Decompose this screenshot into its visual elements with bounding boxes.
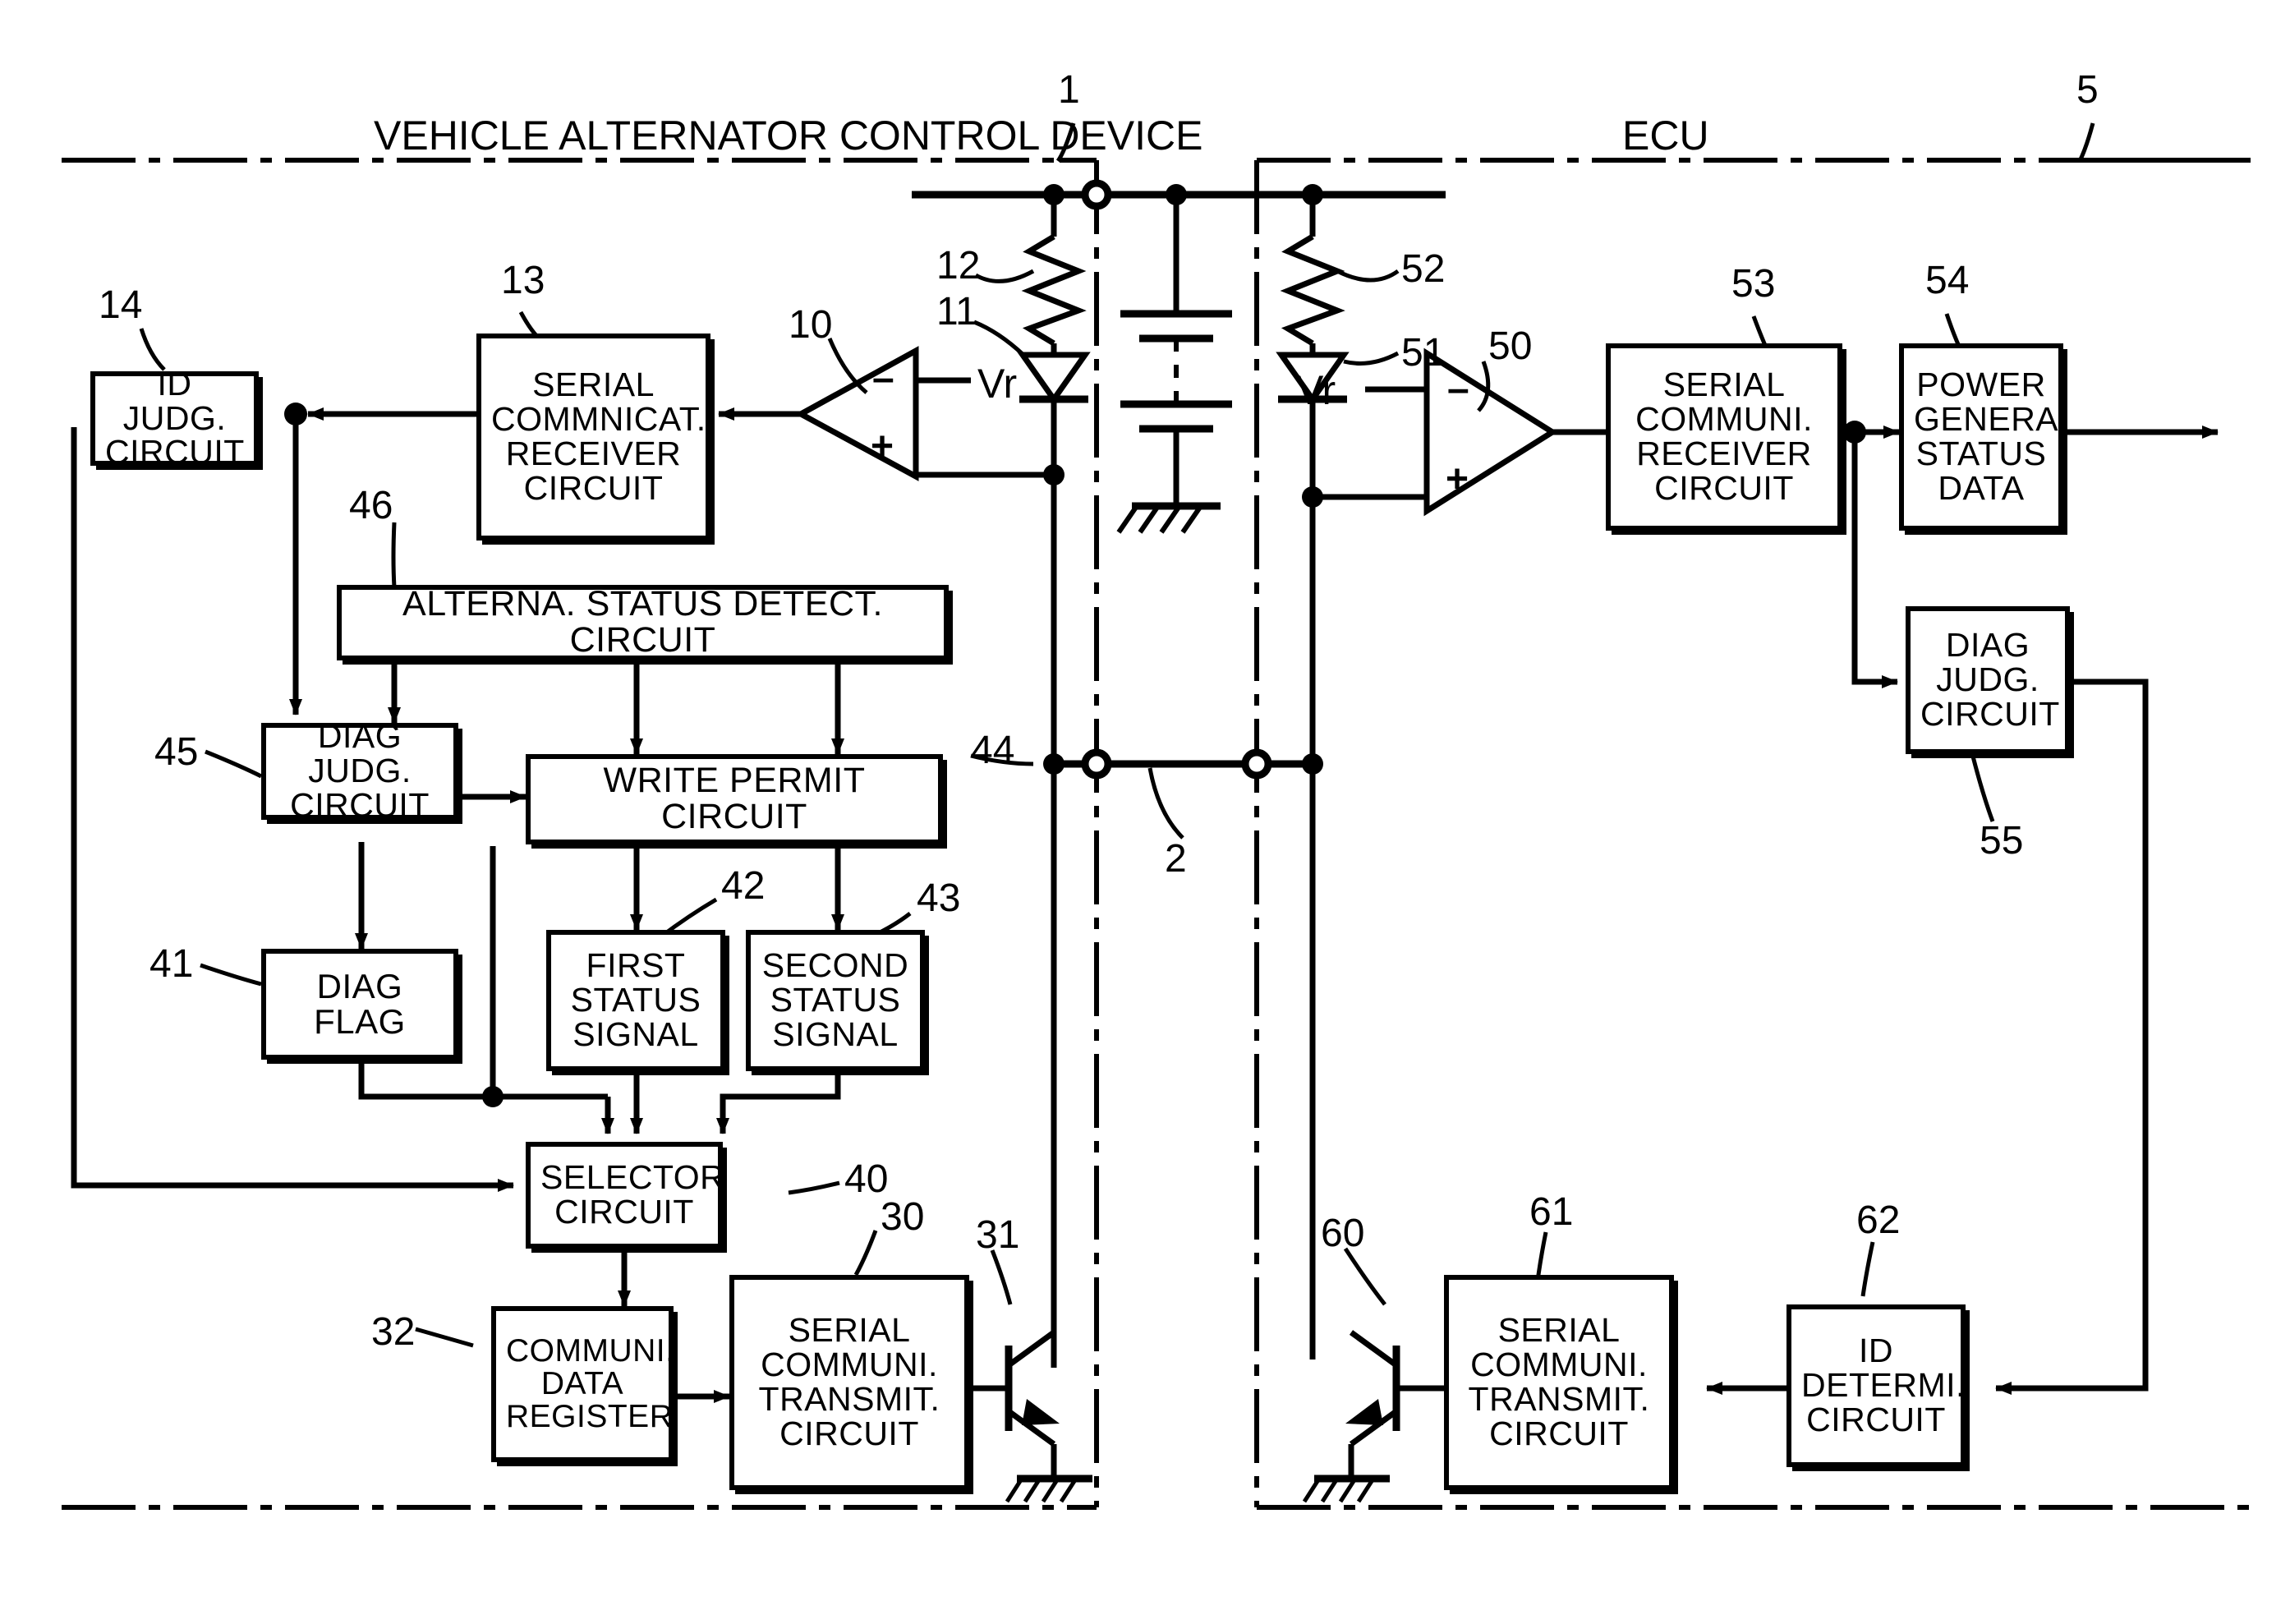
comparator-plus-right: + [1446,458,1469,501]
block-id-judg-circuit[interactable]: ID JUDG. CIRCUIT [90,366,259,469]
block-second-status-signal[interactable]: SECOND STATUS SIGNAL [746,930,925,1071]
right-region-title: ECU [1622,113,1709,159]
block-line: CIRCUIT [290,785,430,824]
block-line: DIAG [1945,626,2030,665]
block-line: FIRST [586,946,686,985]
block-line: DIAG FLAG [314,966,406,1041]
block-selector-circuit[interactable]: SELECTOR CIRCUIT [526,1142,725,1249]
block-serial-communi-receiver-circuit-ecu[interactable]: SERIAL COMMUNI. RECEIVER CIRCUIT [1606,343,1842,531]
ref-62: 62 [1856,1198,1901,1242]
ref-11-diode: 11 [936,290,977,334]
block-id-determi-circuit[interactable]: ID DETERMI. CIRCUIT [1786,1304,1966,1467]
comparator-minus-right: – [1447,367,1469,411]
ref-40: 40 [844,1157,889,1201]
left-region-ref: 1 [1058,68,1080,112]
block-line: CIRCUIT [1489,1414,1629,1452]
block-line: DETERMI. [1801,1366,1966,1405]
block-line: RECEIVER [505,435,682,472]
ref-53: 53 [1731,262,1776,306]
block-line: CIRCUIT [1654,468,1794,507]
block-line: DIAG JUDG. [308,717,412,790]
block-diag-flag[interactable]: DIAG FLAG [261,949,458,1060]
block-alterna-status-detect-circuit[interactable]: ALTERNA. STATUS DETECT. CIRCUIT [337,585,949,660]
block-line: SERIAL [532,366,655,404]
block-line: TRANSMIT. [758,1380,940,1418]
ref-31-transistor: 31 [976,1213,1020,1257]
block-line: COMMUNI. [506,1333,675,1369]
block-diag-judg-circuit-ecu[interactable]: DIAG JUDG. CIRCUIT [1906,606,2070,754]
block-line: WRITE PERMIT CIRCUIT [603,761,866,836]
ref-14: 14 [99,283,143,327]
block-line: SERIAL [1662,366,1786,404]
comparator-minus-left: – [872,357,894,400]
ref-42: 42 [721,864,766,908]
block-line: CIRCUIT [523,468,664,507]
left-region-title: VEHICLE ALTERNATOR CONTROL DEVICE [374,113,1203,159]
block-line: SECOND [761,946,909,985]
ref-54: 54 [1925,259,1970,302]
ref-13: 13 [501,259,545,302]
block-serial-commnicat-receiver-circuit[interactable]: SERIAL COMMNICAT. RECEIVER CIRCUIT [476,334,710,541]
block-line: REGISTER [506,1398,674,1434]
ref-51-diode: 51 [1401,331,1446,375]
block-line: STATUS [570,981,701,1019]
block-line: JUDG. [1936,660,2039,699]
block-line: CIRCUIT [105,433,245,472]
block-line: DATA [1938,468,2025,507]
ref-46: 46 [349,484,393,527]
block-first-status-signal[interactable]: FIRST STATUS SIGNAL [546,930,725,1071]
ref-44: 44 [971,729,1015,772]
ref-60-transistor: 60 [1321,1212,1365,1255]
block-power-genera-status-data[interactable]: POWER GENERA. STATUS DATA [1899,343,2069,531]
ref-61: 61 [1529,1190,1574,1234]
ref-12-resistor: 12 [936,244,981,288]
ref-30: 30 [881,1195,925,1239]
block-diag-judg-circuit[interactable]: DIAG JUDG. CIRCUIT [261,717,458,824]
vr-label-right: Vr [1296,367,1336,413]
block-line: POWER [1916,366,2046,404]
ref-52-resistor: 52 [1401,247,1446,291]
block-line: ID [1859,1332,1893,1370]
block-line: COMMUNI. [1635,400,1813,439]
block-line: CIRCUIT [1806,1400,1946,1438]
ref-10-comparator: 10 [789,303,833,347]
ref-41: 41 [149,942,194,986]
ref-50-comparator: 50 [1488,324,1533,368]
block-line: SIGNAL [772,1014,899,1053]
block-line: SERIAL [788,1311,911,1350]
block-line: CIRCUIT [554,1193,694,1231]
block-write-permit-circuit[interactable]: WRITE PERMIT CIRCUIT [526,754,943,844]
patent-figure-canvas: VEHICLE ALTERNATOR CONTROL DEVICE 1 ECU … [0,0,2290,1624]
block-line: STATUS [1915,435,2047,472]
block-line: GENERA. [1914,400,2069,439]
block-line: CIRCUIT [1920,694,2060,733]
right-region-ref: 5 [2076,68,2099,112]
block-line: COMMUNI. [1470,1346,1648,1384]
ref-2-bus: 2 [1165,837,1187,881]
ref-45: 45 [154,730,199,774]
block-line: SERIAL [1497,1311,1621,1350]
block-serial-communi-transmit-circuit[interactable]: SERIAL COMMUNI. TRANSMIT. CIRCUIT [729,1275,969,1490]
block-line: RECEIVER [1636,435,1812,472]
ref-55: 55 [1980,819,2024,863]
block-line: SELECTOR [540,1158,725,1197]
ref-43: 43 [917,876,961,920]
comparator-plus-left: + [871,425,894,468]
block-line: ID JUDG. [122,364,227,437]
block-line: STATUS [770,981,901,1019]
block-line: CIRCUIT [779,1414,919,1452]
block-line: COMMUNI. [761,1346,938,1384]
block-line: SIGNAL [572,1014,699,1053]
vr-label-left: Vr [977,361,1018,407]
block-line: ALTERNA. STATUS DETECT. CIRCUIT [402,584,883,660]
ref-32: 32 [371,1310,416,1354]
block-line: TRANSMIT. [1468,1380,1650,1418]
block-communi-data-register[interactable]: COMMUNI. DATA REGISTER [491,1306,674,1462]
block-serial-communi-transmit-circuit-ecu[interactable]: SERIAL COMMUNI. TRANSMIT. CIRCUIT [1444,1275,1674,1490]
block-line: DATA [540,1366,624,1402]
block-line: COMMNICAT. [491,400,706,439]
